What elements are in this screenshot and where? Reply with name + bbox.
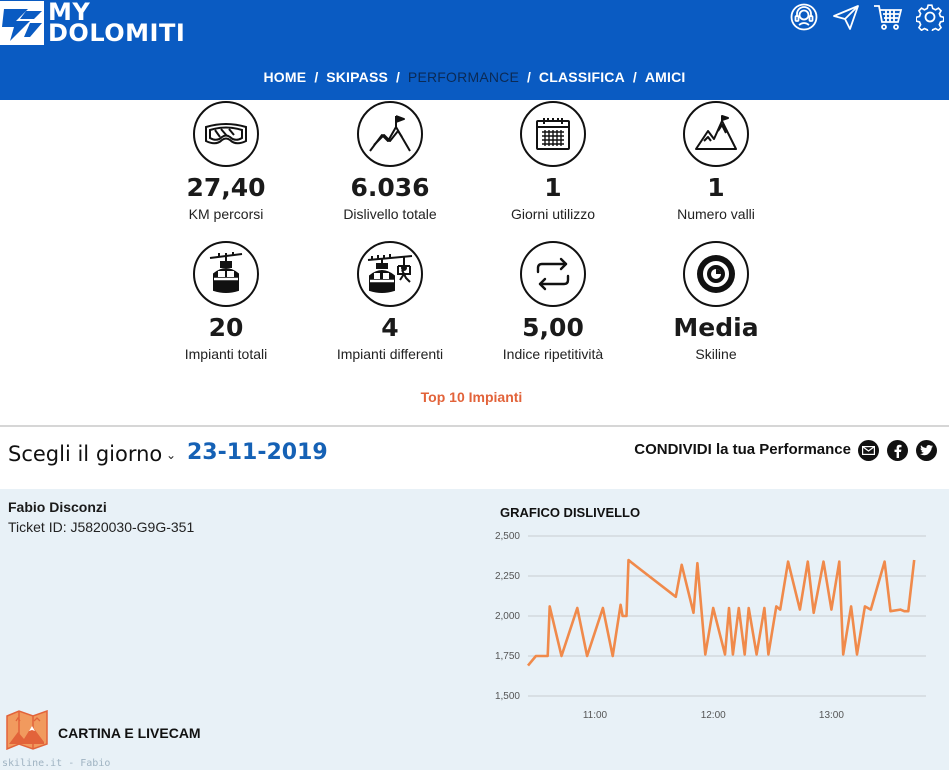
stat-value: 5,00 [522, 313, 584, 342]
repeat-icon [520, 241, 586, 307]
stat-value: 1 [544, 173, 562, 202]
skiline-icon [683, 241, 749, 307]
stat-label: Indice ripetitività [502, 346, 604, 362]
twitter-icon[interactable] [916, 440, 937, 461]
logo-line-2: DOLOMITI [48, 19, 186, 47]
chairlift-icon [357, 241, 423, 307]
chevron-down-icon[interactable]: ⌄ [166, 448, 176, 462]
top10-link[interactable]: Top 10 Impianti [0, 389, 943, 405]
email-icon[interactable] [858, 440, 879, 461]
day-picker-date[interactable]: 23-11-2019 [187, 440, 328, 465]
stat-value: 4 [381, 313, 399, 342]
watermark: skiline.it - Fabio [2, 758, 111, 769]
send-icon[interactable] [831, 2, 861, 32]
x-tick-label: 13:00 [819, 710, 844, 721]
summit-flag-icon [357, 101, 423, 167]
y-tick-label: 1,500 [495, 691, 520, 702]
map-icon [6, 709, 48, 755]
support-icon[interactable] [789, 2, 819, 32]
map-link-label: CARTINA E LIVECAM [58, 724, 201, 741]
map-livecam-link[interactable]: CARTINA E LIVECAM [6, 709, 201, 755]
stat-impianti-differenti: 4 Impianti differenti [310, 241, 470, 362]
chart-title: GRAFICO DISLIVELLO [500, 505, 641, 520]
user-name: Fabio Disconzi [8, 499, 107, 515]
header-icons [789, 2, 945, 32]
stat-value: Media [673, 313, 759, 342]
nav-separator: / [632, 69, 637, 85]
x-tick-label: 12:00 [701, 710, 726, 721]
stat-value: 1 [707, 173, 725, 202]
stat-dislivello: 6.036 Dislivello totale [310, 101, 470, 222]
logo-mark-icon [0, 1, 44, 45]
y-tick-label: 1,750 [495, 651, 520, 662]
facebook-icon[interactable] [887, 440, 908, 461]
stat-label: Numero valli [677, 206, 755, 222]
stat-value: 6.036 [350, 173, 430, 202]
stat-label: Skiline [695, 346, 737, 362]
stat-label: KM percorsi [188, 206, 264, 222]
stat-km: 27,40 KM percorsi [146, 101, 306, 222]
share-icons [858, 440, 937, 461]
elevation-chart: 2,500 2,250 2,000 1,750 1,500 11:00 12:00 13:00 [495, 531, 926, 721]
x-tick-label: 11:00 [583, 710, 608, 721]
calendar-icon [520, 101, 586, 167]
day-picker-label: Scegli il giorno [8, 442, 163, 466]
gondola-icon [193, 241, 259, 307]
section-divider [0, 425, 949, 427]
ticket-id: Ticket ID: J5820030-G9G-351 [8, 519, 195, 535]
nav-item-home[interactable]: HOME [264, 69, 307, 85]
y-tick-label: 2,000 [495, 611, 520, 622]
stat-giorni: 1 Giorni utilizzo [473, 101, 633, 222]
stat-valli: 1 Numero valli [636, 101, 796, 222]
app-header: MY DOLOMITI HOME / SKIPASS / PERFORMANCE… [0, 0, 949, 100]
nav-item-classifica[interactable]: CLASSIFICA [539, 69, 625, 85]
nav-separator: / [314, 69, 319, 85]
nav-item-performance[interactable]: PERFORMANCE [408, 69, 519, 85]
stat-label: Impianti totali [184, 346, 268, 362]
nav-item-skipass[interactable]: SKIPASS [326, 69, 388, 85]
nav-separator: / [527, 69, 531, 85]
nav-separator: / [396, 69, 400, 85]
logo-text: MY DOLOMITI [48, 0, 186, 47]
ski-goggles-icon [193, 101, 259, 167]
mountain-icon [683, 101, 749, 167]
main-nav: HOME / SKIPASS / PERFORMANCE / CLASSIFIC… [0, 69, 949, 85]
stat-ripetitivita: 5,00 Indice ripetitività [473, 241, 633, 362]
stat-label: Dislivello totale [343, 206, 437, 222]
logo[interactable]: MY DOLOMITI [0, 0, 185, 46]
stat-label: Impianti differenti [336, 346, 444, 362]
stat-value: 27,40 [186, 173, 266, 202]
y-tick-label: 2,250 [495, 571, 520, 582]
stat-label: Giorni utilizzo [510, 206, 596, 222]
nav-item-amici[interactable]: AMICI [645, 69, 686, 85]
stat-skiline: Media Skiline [636, 241, 796, 362]
share-label: CONDIVIDI la tua Performance [634, 441, 851, 458]
cart-icon[interactable] [873, 2, 903, 32]
stat-impianti-totali: 20 Impianti totali [146, 241, 306, 362]
y-tick-label: 2,500 [495, 531, 520, 542]
stat-value: 20 [208, 313, 244, 342]
settings-icon[interactable] [915, 2, 945, 32]
